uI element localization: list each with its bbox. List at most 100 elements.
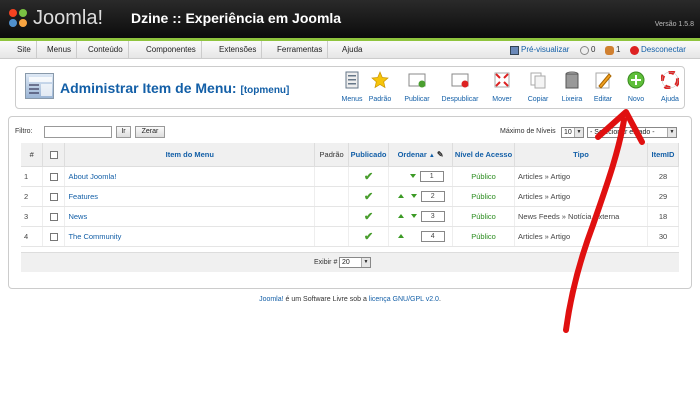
- move-up-icon[interactable]: [398, 234, 405, 238]
- menu-manager-icon: [25, 73, 54, 99]
- select-all-checkbox[interactable]: [49, 150, 58, 159]
- col-id[interactable]: ItemID: [647, 143, 680, 167]
- move-down-icon[interactable]: [409, 174, 416, 178]
- row-order: 2: [388, 186, 454, 207]
- table-header: # Item do Menu Padrão Publicado Ordenar …: [21, 143, 680, 167]
- users-count: 1: [616, 45, 621, 54]
- star-icon: [371, 71, 389, 89]
- filter-input[interactable]: [44, 126, 112, 138]
- row-checkbox[interactable]: [49, 232, 58, 241]
- main-menubar: Site Menus Conteúdo Componentes Extensõe…: [0, 41, 700, 59]
- row-published[interactable]: ✔: [348, 186, 390, 207]
- levels-value: 10: [564, 129, 572, 136]
- row-published[interactable]: ✔: [348, 206, 390, 227]
- table-row: 1 About Joomla! ✔ 1 Público Articles » A…: [21, 166, 680, 187]
- messages-icon: [580, 45, 589, 55]
- publish-button[interactable]: Publicar: [400, 71, 434, 107]
- unpublish-icon: [451, 71, 469, 89]
- page-title-text: Administrar Item de Menu:: [60, 80, 237, 96]
- row-num: 4: [21, 226, 44, 247]
- preview-label: Pré-visualizar: [521, 45, 570, 54]
- plus-icon: [627, 71, 645, 89]
- move-up-icon[interactable]: [398, 194, 405, 198]
- logout-link[interactable]: Desconectar: [630, 41, 686, 59]
- row-published[interactable]: ✔: [348, 166, 390, 187]
- menu-ajuda[interactable]: Ajuda: [337, 41, 367, 59]
- menu-menus[interactable]: Menus: [42, 41, 78, 59]
- col-access[interactable]: Nível de Acesso: [452, 143, 516, 167]
- row-published[interactable]: ✔: [348, 226, 390, 247]
- col-select-all: [42, 143, 66, 167]
- filter-row: Filtro: Ir Zerar Máximo de Níveis 10 ▼ -…: [15, 126, 685, 140]
- joomla-logo-text: Joomla!: [33, 6, 104, 29]
- row-checkbox[interactable]: [49, 172, 58, 181]
- pagination-bar: Exibir # 20 ▼: [21, 252, 679, 272]
- col-item[interactable]: Item do Menu: [64, 143, 316, 167]
- move-up-icon[interactable]: [398, 214, 405, 218]
- levels-select[interactable]: 10 ▼: [561, 127, 584, 138]
- help-button[interactable]: Ajuda: [653, 70, 687, 107]
- menus-icon: [343, 71, 361, 89]
- row-id: 18: [647, 206, 680, 227]
- table-row: 3 News ✔ 3 Público News Feeds » Notícia …: [21, 206, 680, 227]
- col-num: #: [21, 143, 44, 167]
- row-title[interactable]: The Community: [64, 226, 316, 247]
- state-select[interactable]: - Selecionar estado - ▼: [587, 127, 677, 138]
- state-value: - Selecionar estado -: [590, 129, 655, 136]
- display-select[interactable]: 20 ▼: [339, 257, 371, 268]
- help-label: Ajuda: [661, 96, 679, 103]
- row-checkbox[interactable]: [49, 192, 58, 201]
- order-input[interactable]: 4: [420, 230, 445, 242]
- row-access[interactable]: Público: [452, 206, 516, 227]
- order-input[interactable]: 2: [420, 190, 445, 202]
- row-title[interactable]: About Joomla!: [64, 166, 316, 187]
- col-type[interactable]: Tipo: [514, 143, 648, 167]
- footer-text: é um Software Livre sob a: [283, 296, 369, 303]
- save-order-icon[interactable]: ✎: [437, 150, 444, 159]
- col-default: Padrão: [314, 143, 350, 167]
- row-title[interactable]: Features: [64, 186, 316, 207]
- col-order[interactable]: Ordenar ▲ ✎: [388, 143, 454, 167]
- row-num: 1: [21, 166, 44, 187]
- row-id: 29: [647, 186, 680, 207]
- order-input[interactable]: 1: [419, 170, 444, 182]
- menu-site[interactable]: Site: [12, 41, 37, 59]
- lifebuoy-icon: [660, 70, 680, 90]
- toolbar-panel: Administrar Item de Menu: [topmenu] Menu…: [15, 66, 685, 109]
- menu-items-table: # Item do Menu Padrão Publicado Ordenar …: [21, 143, 680, 247]
- published-check-icon: ✔: [363, 190, 374, 203]
- row-access[interactable]: Público: [452, 186, 516, 207]
- row-access[interactable]: Público: [452, 166, 516, 187]
- chevron-down-icon: ▼: [361, 258, 370, 267]
- joomla-link[interactable]: Joomla!: [259, 296, 284, 303]
- users-status[interactable]: 1: [605, 41, 620, 59]
- preview-link[interactable]: Pré-visualizar: [510, 41, 569, 59]
- move-down-icon[interactable]: [410, 194, 417, 198]
- menu-componentes[interactable]: Componentes: [141, 41, 202, 59]
- row-select: [42, 226, 66, 247]
- row-default: [314, 206, 350, 227]
- levels-label: Máximo de Níveis: [500, 128, 556, 135]
- row-access[interactable]: Público: [452, 226, 516, 247]
- unpublish-button[interactable]: Despublicar: [442, 71, 478, 107]
- move-down-icon[interactable]: [410, 214, 417, 218]
- publish-icon: [408, 71, 426, 89]
- row-id: 30: [647, 226, 680, 247]
- table-row: 2 Features ✔ 2 Público Articles » Artigo…: [21, 186, 680, 207]
- version-label: Versão 1.5.8: [654, 21, 694, 28]
- menu-extensoes[interactable]: Extensões: [214, 41, 263, 59]
- published-check-icon: ✔: [363, 230, 374, 243]
- license-link[interactable]: licença GNU/GPL v2.0: [369, 296, 439, 303]
- reset-button[interactable]: Zerar: [135, 126, 165, 138]
- menu-ferramentas[interactable]: Ferramentas: [272, 41, 329, 59]
- row-checkbox[interactable]: [49, 212, 58, 221]
- order-input[interactable]: 3: [420, 210, 445, 222]
- menu-conteudo[interactable]: Conteúdo: [83, 41, 129, 59]
- menu-type-name: [topmenu]: [240, 85, 290, 96]
- col-published[interactable]: Publicado: [348, 143, 390, 167]
- row-title[interactable]: News: [64, 206, 316, 227]
- published-check-icon: ✔: [363, 210, 374, 223]
- row-type: Articles » Artigo: [514, 186, 648, 207]
- messages-status[interactable]: 0: [580, 41, 595, 59]
- go-button[interactable]: Ir: [116, 126, 131, 138]
